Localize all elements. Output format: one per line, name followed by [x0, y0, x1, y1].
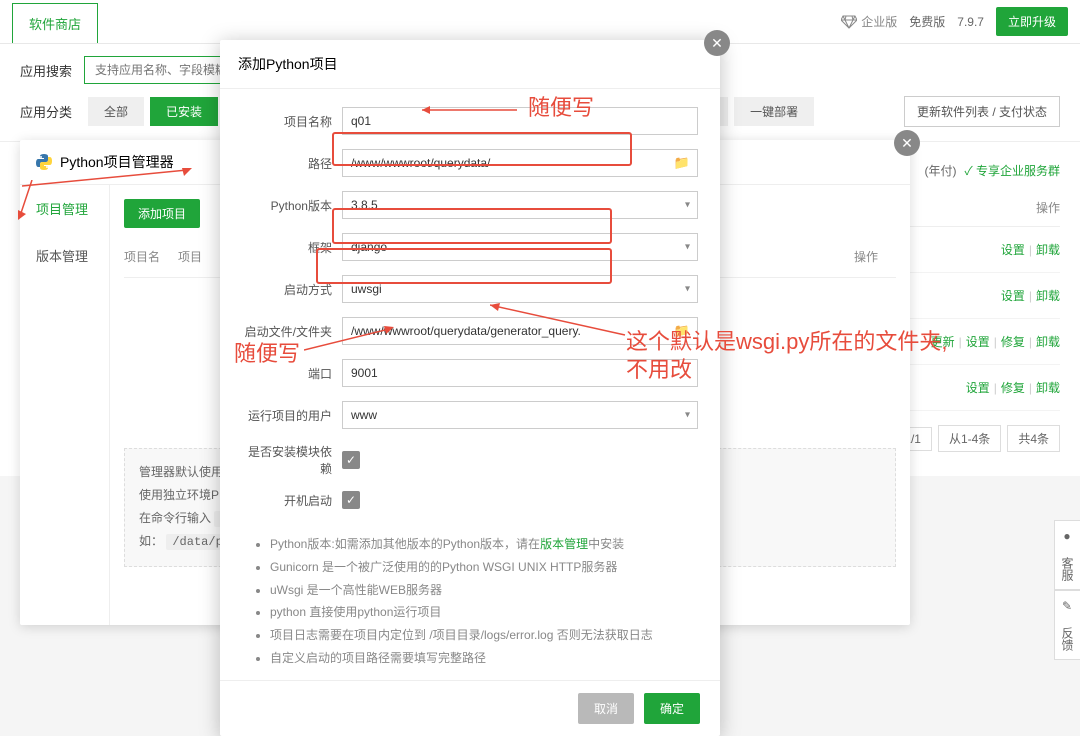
label-project-name: 项目名称 — [242, 113, 342, 130]
modal-body: 项目名称 路径 📁 Python版本 3.8.5 ▾ 框架 django ▾ — [220, 89, 720, 533]
start-mode-select[interactable]: uwsgi — [342, 275, 698, 303]
enterprise-label: 企业版 — [861, 13, 897, 30]
note-item: Gunicorn 是一个被广泛使用的的Python WSGI UNIX HTTP… — [270, 556, 698, 579]
run-user-select[interactable]: www — [342, 401, 698, 429]
add-python-project-modal: ✕ 添加Python项目 项目名称 路径 📁 Python版本 3.8.5 ▾ … — [220, 40, 720, 736]
start-file-input[interactable] — [342, 317, 698, 345]
row-run-user: 运行项目的用户 www ▾ — [242, 401, 698, 429]
port-input[interactable] — [342, 359, 698, 387]
framework-select[interactable]: django — [342, 233, 698, 261]
yearly-label: (年付) — [924, 162, 956, 179]
project-name-input[interactable] — [342, 107, 698, 135]
enterprise-badge[interactable]: 企业版 — [841, 13, 897, 30]
path-input[interactable] — [342, 149, 698, 177]
diamond-icon — [841, 15, 857, 29]
header-right: 企业版 免费版 7.9.7 立即升级 — [841, 7, 1068, 36]
python-icon — [36, 154, 52, 170]
label-install-deps: 是否安装模块依赖 — [242, 443, 342, 477]
py-version-select[interactable]: 3.8.5 — [342, 191, 698, 219]
note-item: python 直接使用python运行项目 — [270, 601, 698, 624]
row-install-deps: 是否安装模块依赖 ✓ — [242, 443, 698, 477]
close-icon[interactable]: ✕ — [704, 30, 730, 56]
sidebar-item-version-mgmt[interactable]: 版本管理 — [20, 232, 109, 279]
note-item: uWsgi 是一个高性能WEB服务器 — [270, 579, 698, 602]
category-oneclick[interactable]: 一键部署 — [734, 97, 814, 126]
row-actions[interactable]: 更新|设置|修复|卸载 — [931, 333, 1060, 350]
panel-title-text: Python项目管理器 — [60, 152, 174, 172]
row-actions[interactable]: 设置|卸载 — [1001, 287, 1060, 304]
row-start-mode: 启动方式 uwsgi ▾ — [242, 275, 698, 303]
row-py-version: Python版本 3.8.5 ▾ — [242, 191, 698, 219]
note-item: 自定义启动的项目路径需要填写完整路径 — [270, 647, 698, 670]
autostart-checkbox[interactable]: ✓ — [342, 491, 360, 509]
row-port: 端口 — [242, 359, 698, 387]
upgrade-button[interactable]: 立即升级 — [996, 7, 1068, 36]
row-actions[interactable]: 设置|卸载 — [1001, 241, 1060, 258]
row-actions[interactable]: 设置|修复|卸载 — [966, 379, 1060, 396]
note-item: Python版本:如需添加其他版本的Python版本，请在版本管理中安装 — [270, 533, 698, 556]
ph-type: 项目 — [178, 248, 220, 265]
install-deps-checkbox[interactable]: ✓ — [342, 451, 360, 469]
cancel-button[interactable]: 取消 — [578, 693, 634, 724]
side-feedback-tab[interactable]: ✎ 反馈 — [1054, 590, 1080, 660]
free-version-label: 免费版 — [909, 13, 945, 30]
label-framework: 框架 — [242, 239, 342, 256]
ph-op: 操作 — [854, 248, 896, 265]
col-op: 操作 — [900, 199, 1060, 216]
modal-title: 添加Python项目 — [220, 40, 720, 89]
row-framework: 框架 django ▾ — [242, 233, 698, 261]
store-tab[interactable]: 软件商店 — [12, 3, 98, 43]
label-path: 路径 — [242, 155, 342, 172]
row-autostart: 开机启动 ✓ — [242, 491, 698, 509]
add-project-button[interactable]: 添加项目 — [124, 199, 200, 228]
row-project-name: 项目名称 — [242, 107, 698, 135]
row-path: 路径 📁 — [242, 149, 698, 177]
update-list-button[interactable]: 更新软件列表 / 支付状态 — [904, 96, 1060, 127]
label-py-version: Python版本 — [242, 197, 342, 214]
top-header: 软件商店 企业版 免费版 7.9.7 立即升级 — [0, 0, 1080, 44]
label-port: 端口 — [242, 365, 342, 382]
search-label: 应用搜索 — [20, 61, 72, 80]
label-start-file: 启动文件/文件夹 — [242, 323, 342, 340]
page-total: 共4条 — [1007, 425, 1060, 452]
note-item: 项目日志需要在项目内定位到 /项目目录/logs/error.log 否则无法获… — [270, 624, 698, 647]
category-installed[interactable]: 已安装 — [150, 97, 218, 126]
version-number: 7.9.7 — [957, 15, 984, 29]
label-start-mode: 启动方式 — [242, 281, 342, 298]
sidebar-item-project-mgmt[interactable]: 项目管理 — [20, 185, 109, 232]
modal-footer: 取消 确定 — [220, 680, 720, 736]
close-icon[interactable]: ✕ — [894, 130, 920, 156]
version-mgmt-link[interactable]: 版本管理 — [540, 537, 588, 551]
category-label: 应用分类 — [20, 102, 72, 121]
side-customer-tab[interactable]: ● 客服 — [1054, 520, 1080, 590]
enterprise-service-check[interactable]: ✓ 专享企业服务群 — [964, 162, 1060, 179]
label-run-user: 运行项目的用户 — [242, 407, 342, 424]
row-start-file: 启动文件/文件夹 📁 — [242, 317, 698, 345]
ok-button[interactable]: 确定 — [644, 693, 700, 724]
page-range: 从1-4条 — [938, 425, 1001, 452]
ph-name: 项目名 — [124, 248, 178, 265]
modal-notes: Python版本:如需添加其他版本的Python版本，请在版本管理中安装 Gun… — [220, 533, 720, 680]
label-autostart: 开机启动 — [242, 492, 342, 509]
panel-sidebar: 项目管理 版本管理 — [20, 185, 110, 625]
category-all[interactable]: 全部 — [88, 97, 144, 126]
